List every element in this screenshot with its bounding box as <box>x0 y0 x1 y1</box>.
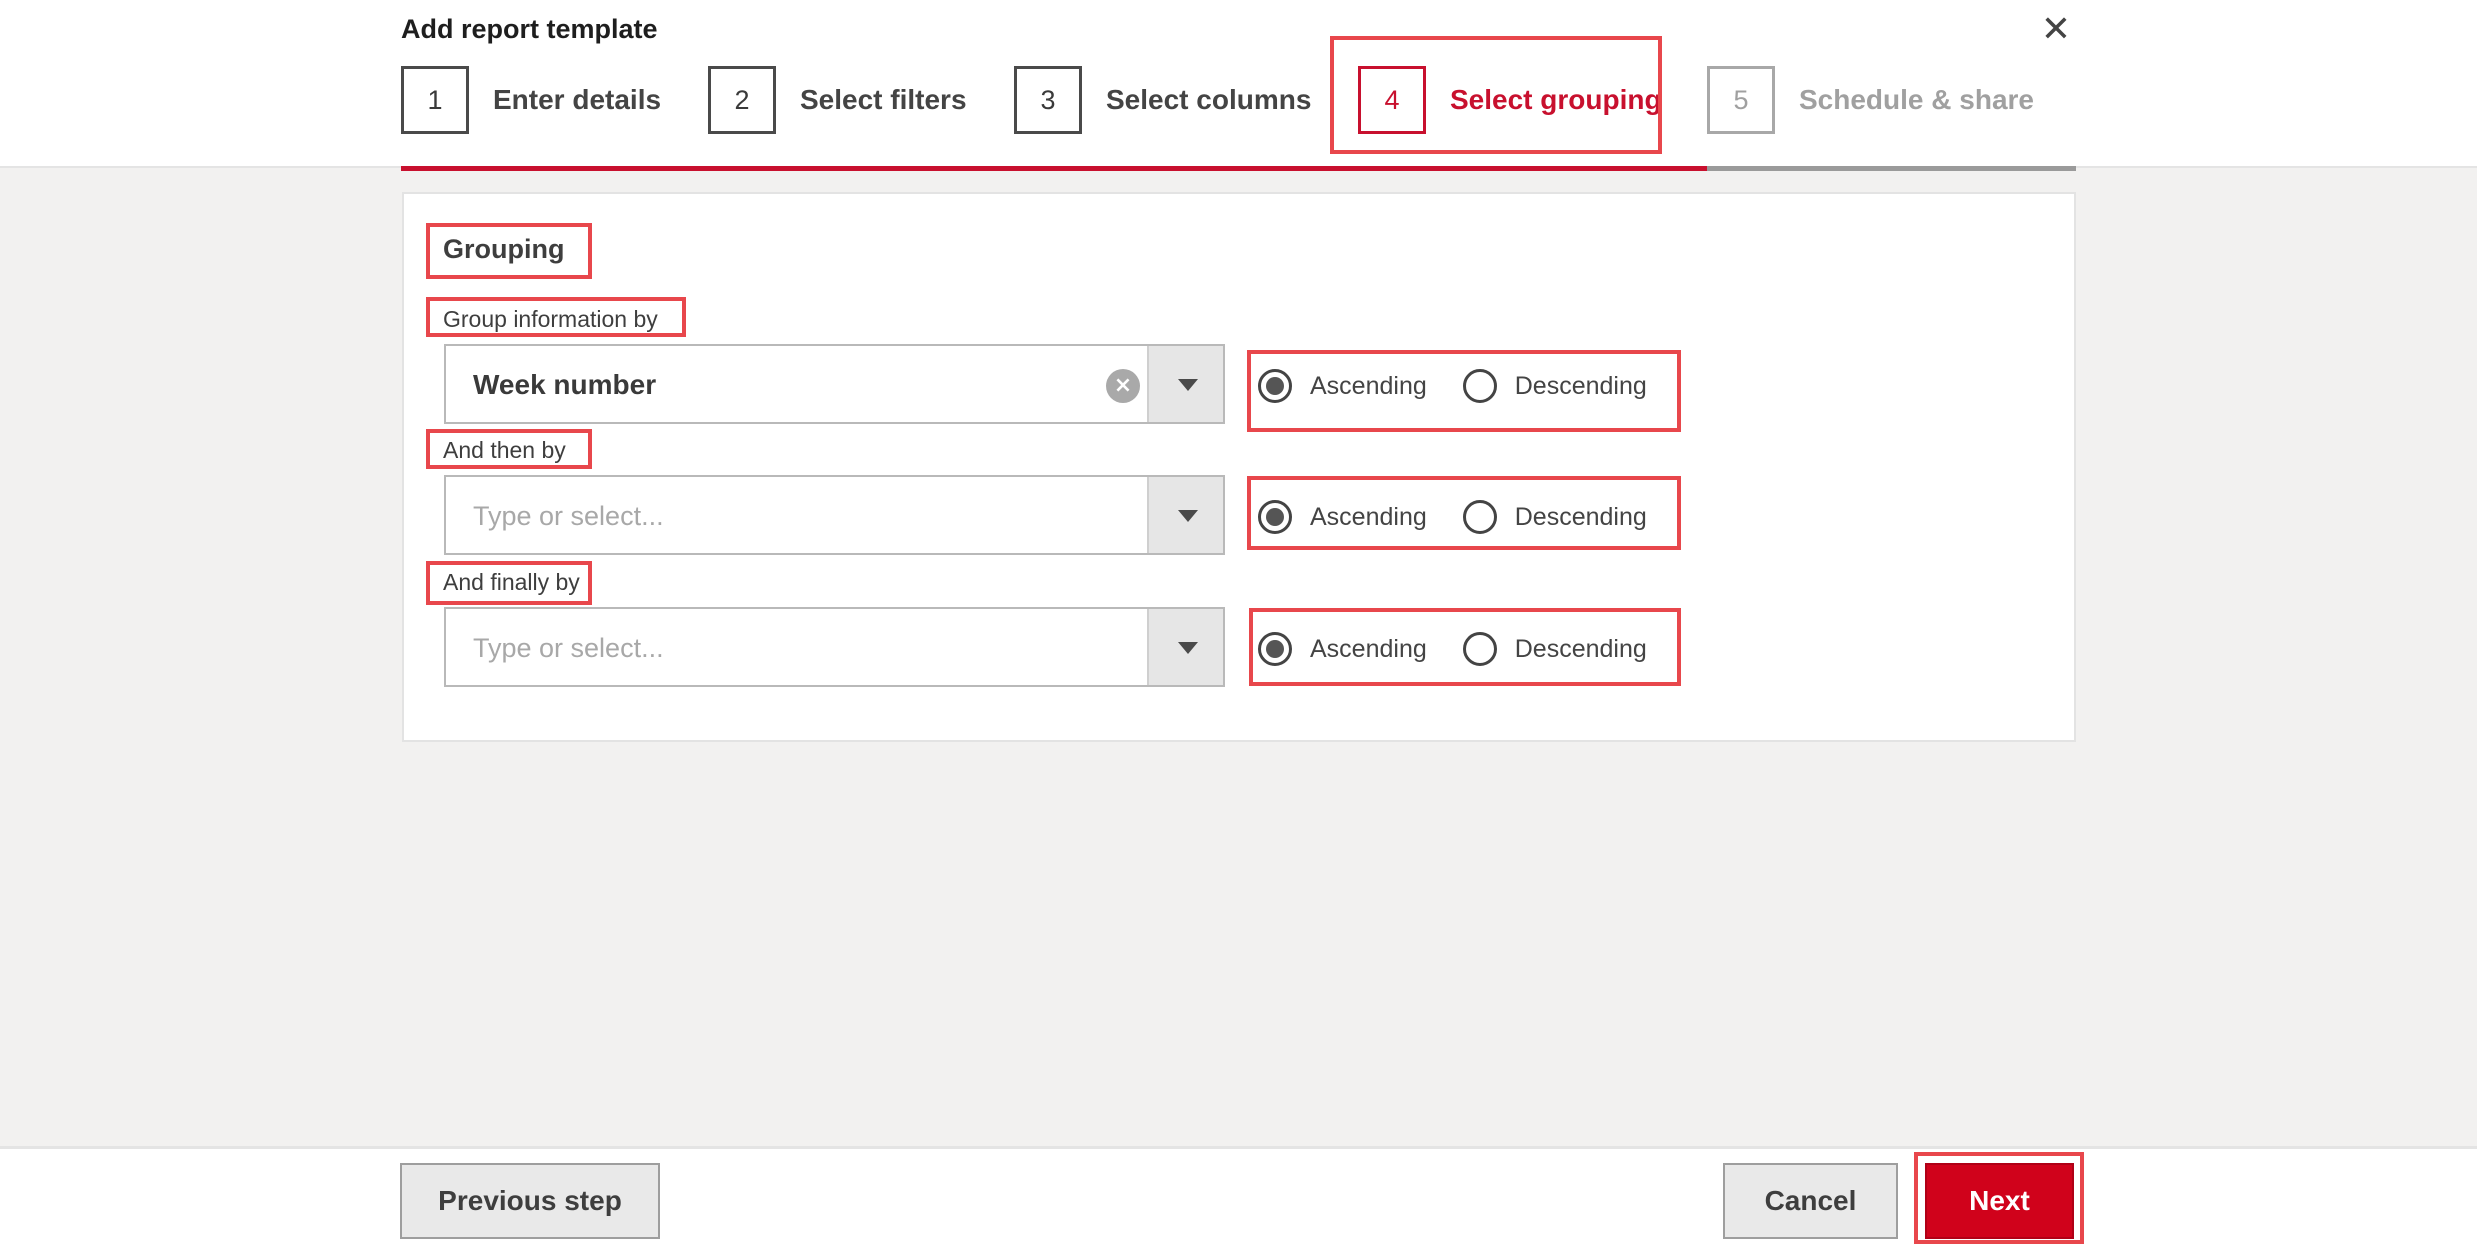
close-icon[interactable]: ✕ <box>2036 10 2076 50</box>
then-by-placeholder: Type or select... <box>473 501 664 531</box>
step-select-grouping[interactable]: 4 Select grouping <box>1358 66 1662 134</box>
dropdown-toggle[interactable] <box>1147 477 1223 553</box>
radio-label: Ascending <box>1310 502 1427 531</box>
grouping-title: Grouping <box>443 234 565 264</box>
step-enter-details[interactable]: 1 Enter details <box>401 66 661 134</box>
radio-circle-icon <box>1258 500 1292 534</box>
group-by-ascending-radio[interactable]: Ascending <box>1258 369 1427 403</box>
radio-circle-icon <box>1462 500 1497 534</box>
radio-label: Descending <box>1514 634 1647 663</box>
radio-label: Ascending <box>1310 634 1427 663</box>
progress-bar-complete <box>401 166 1707 171</box>
progress-bar-remaining <box>1707 166 2076 171</box>
radio-circle-icon <box>1462 632 1497 666</box>
finally-by-order: Ascending Descending <box>1258 617 1647 681</box>
step-number: 1 <box>401 66 469 134</box>
chevron-down-icon <box>1178 510 1198 522</box>
finally-by-label: And finally by <box>443 569 580 595</box>
step-label: Select filters <box>800 84 967 115</box>
dialog-footer: Previous step Cancel Next <box>0 1146 2477 1246</box>
group-by-label: Group information by <box>443 306 658 332</box>
dropdown-toggle[interactable] <box>1147 609 1223 685</box>
radio-circle-icon <box>1462 369 1497 403</box>
step-label: Select columns <box>1106 84 1312 115</box>
group-by-select[interactable]: Week number × <box>444 344 1225 424</box>
group-by-value: Week number <box>473 369 657 400</box>
step-schedule-share[interactable]: 5 Schedule & share <box>1707 66 2034 134</box>
clear-icon[interactable]: × <box>1106 369 1140 403</box>
step-label: Schedule & share <box>1799 84 2034 115</box>
step-number: 3 <box>1014 66 1082 134</box>
radio-circle-icon <box>1258 632 1292 666</box>
dialog-header: Add report template ✕ 1 Enter details 2 … <box>0 0 2477 168</box>
radio-circle-icon <box>1258 369 1292 403</box>
finally-by-ascending-radio[interactable]: Ascending <box>1258 632 1427 666</box>
step-select-filters[interactable]: 2 Select filters <box>708 66 967 134</box>
step-select-columns[interactable]: 3 Select columns <box>1014 66 1311 134</box>
step-number: 2 <box>708 66 776 134</box>
step-number: 4 <box>1358 66 1426 134</box>
then-by-ascending-radio[interactable]: Ascending <box>1258 500 1427 534</box>
step-label: Select grouping <box>1450 84 1662 115</box>
previous-step-button[interactable]: Previous step <box>400 1163 660 1239</box>
step-number: 5 <box>1707 66 1775 134</box>
finally-by-placeholder: Type or select... <box>473 633 664 663</box>
then-by-label: And then by <box>443 437 566 463</box>
group-by-order: Ascending Descending <box>1258 354 1647 418</box>
next-button[interactable]: Next <box>1925 1163 2074 1239</box>
radio-label: Descending <box>1514 502 1647 531</box>
group-by-descending-radio[interactable]: Descending <box>1462 369 1647 403</box>
chevron-down-icon <box>1178 642 1198 654</box>
step-label: Enter details <box>493 84 662 115</box>
finally-by-descending-radio[interactable]: Descending <box>1462 632 1647 666</box>
radio-label: Descending <box>1514 371 1647 400</box>
finally-by-select[interactable]: Type or select... <box>444 607 1225 687</box>
then-by-select[interactable]: Type or select... <box>444 475 1225 555</box>
radio-label: Ascending <box>1310 371 1427 400</box>
dropdown-toggle[interactable] <box>1147 346 1223 422</box>
cancel-button[interactable]: Cancel <box>1723 1163 1898 1239</box>
chevron-down-icon <box>1178 379 1198 391</box>
then-by-descending-radio[interactable]: Descending <box>1462 500 1647 534</box>
dialog-title: Add report template <box>401 14 658 44</box>
then-by-order: Ascending Descending <box>1258 485 1647 549</box>
